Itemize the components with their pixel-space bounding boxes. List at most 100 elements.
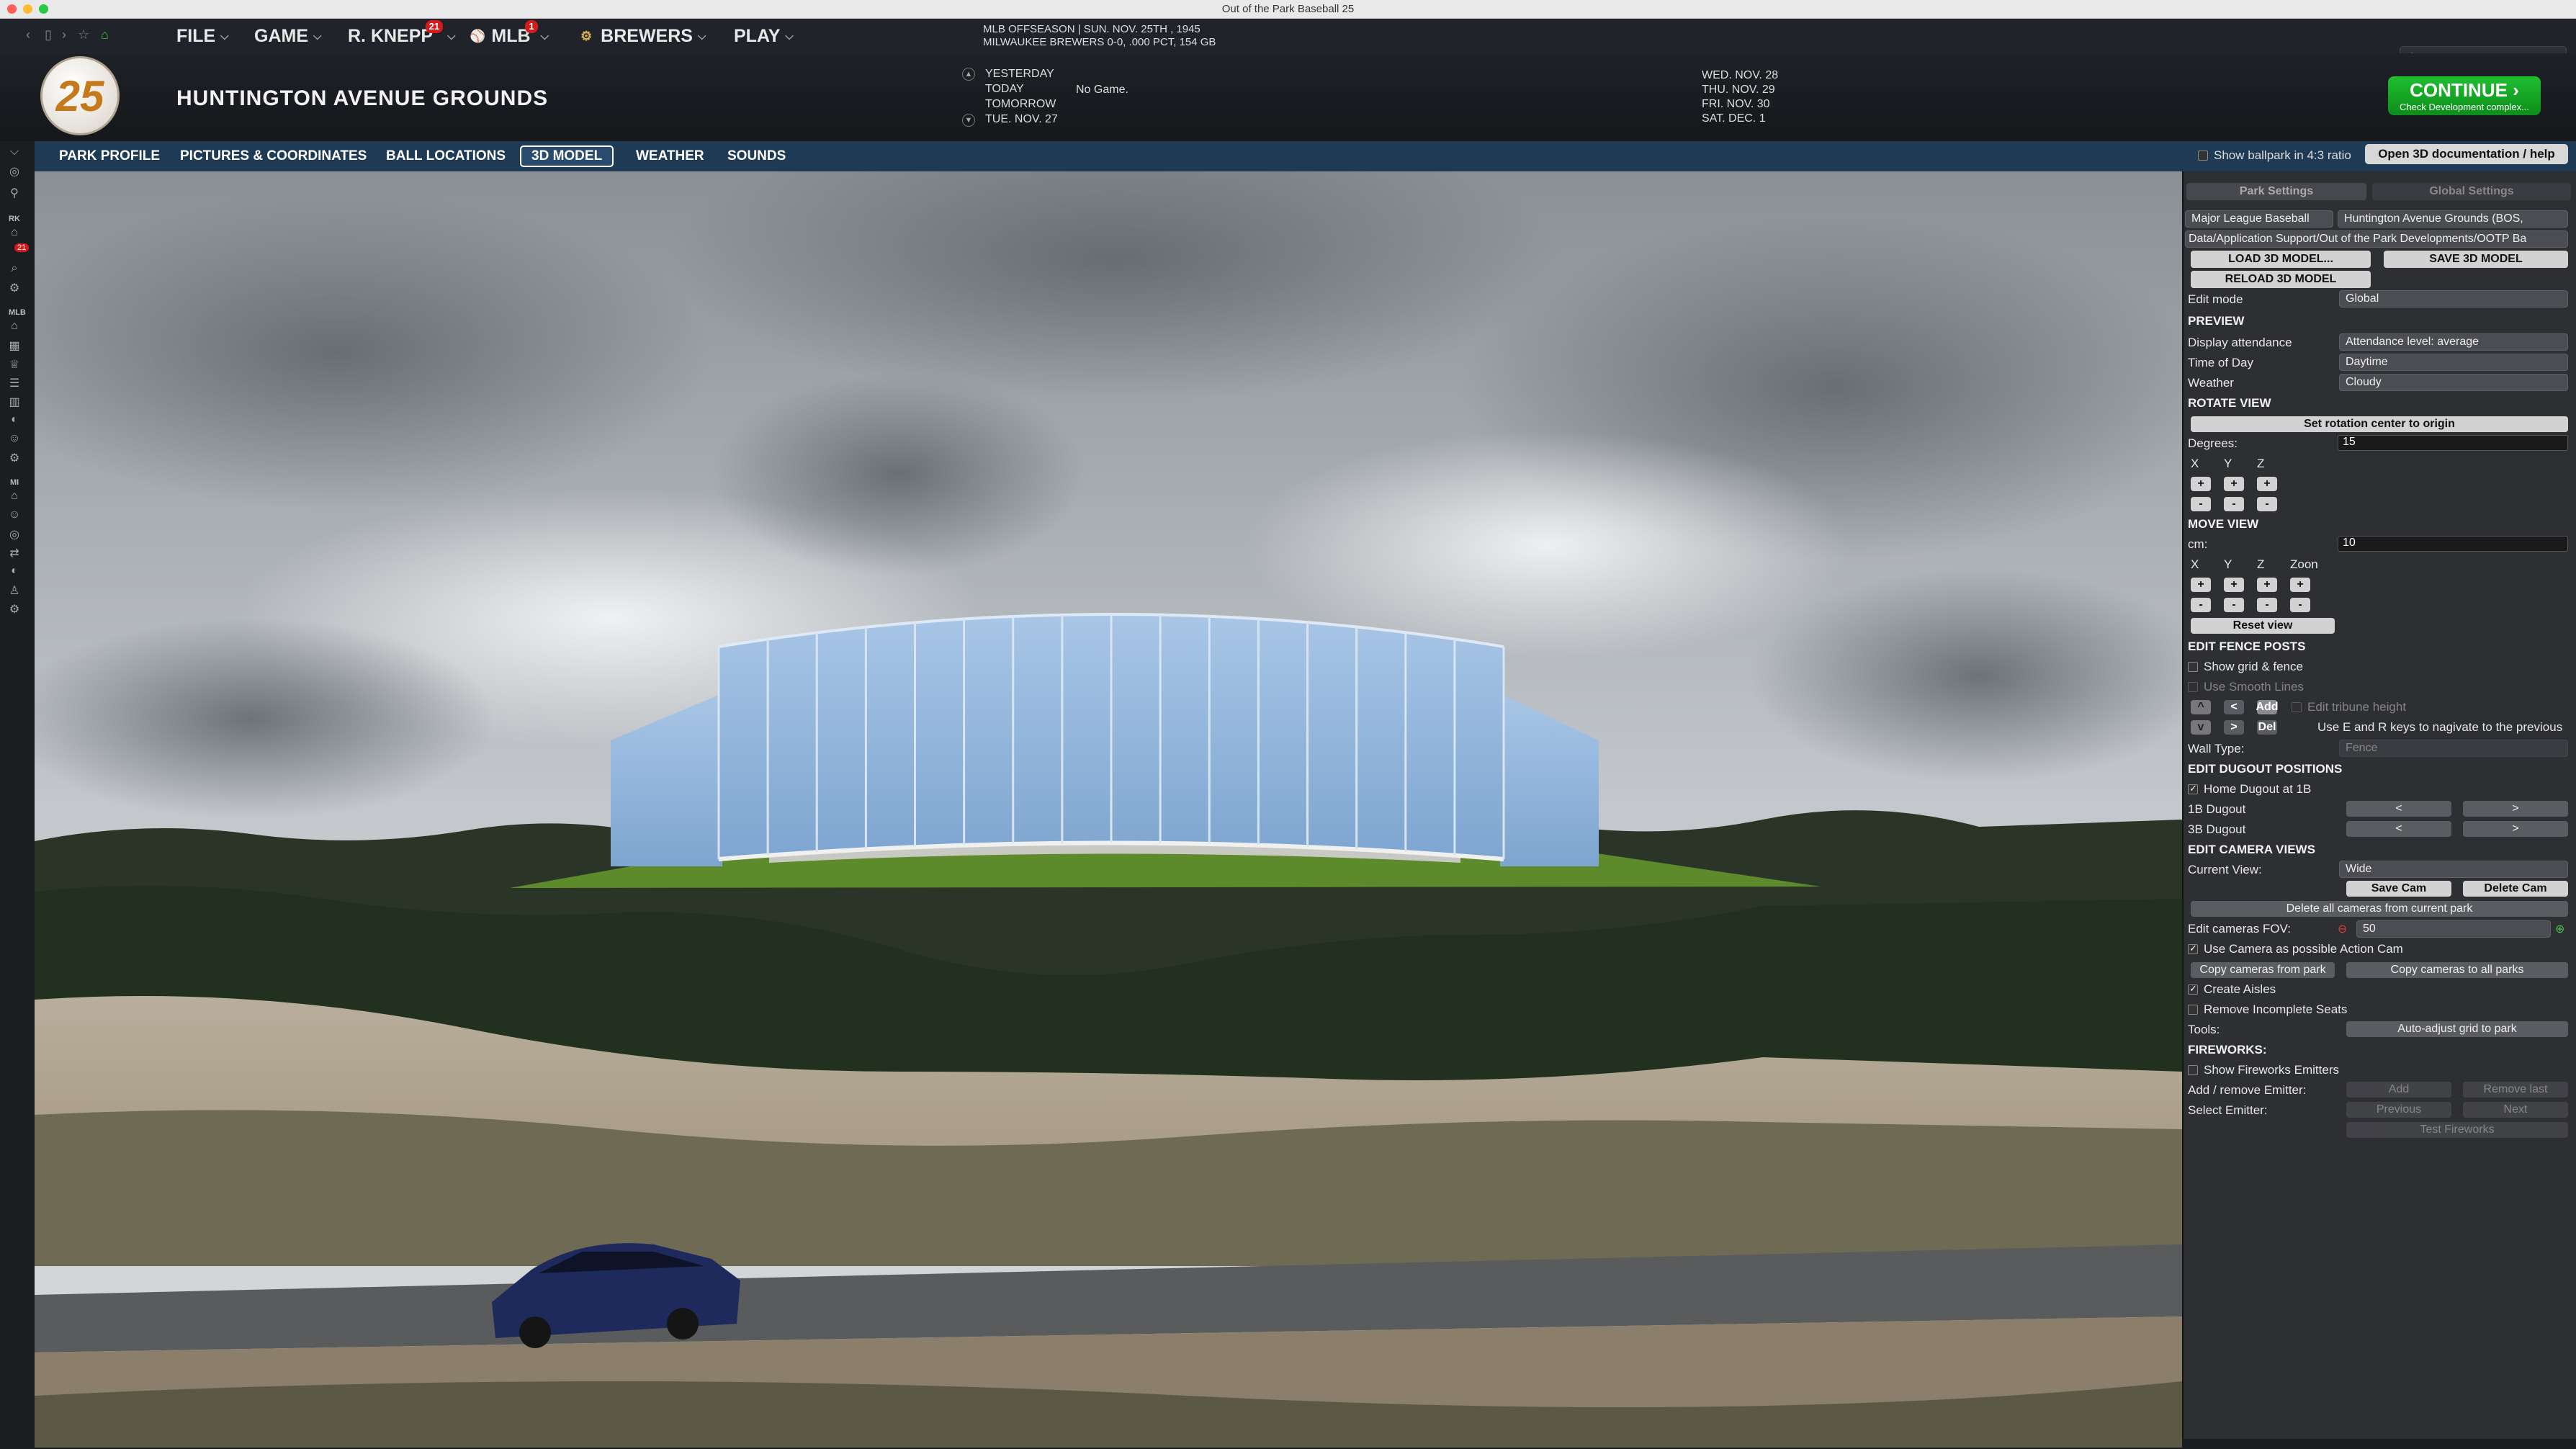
move-z-plus-button[interactable]: + (2257, 578, 2277, 592)
home-dugout-toggle[interactable]: Home Dugout at 1B (2188, 782, 2311, 797)
home-icon[interactable]: ⌂ (6, 320, 22, 336)
rotate-y-minus-button[interactable]: - (2224, 497, 2244, 511)
people-icon[interactable]: ☺ (6, 432, 22, 448)
save-cam-button[interactable]: Save Cam (2346, 881, 2451, 897)
day-yesterday[interactable]: YESTERDAY (985, 68, 1054, 81)
trophy-icon[interactable]: ♕ (6, 357, 22, 373)
gear-icon[interactable]: ⚙ (6, 451, 22, 467)
upcoming-day[interactable]: FRI. NOV. 30 (1702, 98, 1770, 111)
zoom-plus-button[interactable]: + (2290, 578, 2310, 592)
tab-global-settings[interactable]: Global Settings (2372, 183, 2571, 200)
continue-button[interactable]: CONTINUE › Check Development complex... (2388, 76, 2541, 115)
day-today[interactable]: TODAY (985, 83, 1024, 96)
model-path-field[interactable]: Data/Application Support/Out of the Park… (2185, 230, 2568, 248)
remove-seats-toggle[interactable]: Remove Incomplete Seats (2188, 1002, 2347, 1017)
target-icon[interactable]: ◎ (6, 527, 22, 543)
people-icon[interactable]: ☺ (6, 508, 22, 524)
dugout-3b-left-button[interactable]: < (2346, 821, 2451, 837)
upcoming-day[interactable]: WED. NOV. 28 (1702, 69, 1778, 82)
attendance-select[interactable]: Attendance level: average (2339, 333, 2568, 351)
minus-circle-icon[interactable]: ⊖ (2338, 922, 2347, 936)
gear-icon[interactable]: ⚙ (6, 602, 22, 618)
move-x-plus-button[interactable]: + (2191, 578, 2211, 592)
move-z-minus-button[interactable]: - (2257, 598, 2277, 612)
tab-park-settings[interactable]: Park Settings (2186, 183, 2366, 200)
edit-tribune-toggle[interactable]: Edit tribune height (2292, 700, 2406, 714)
pin-icon[interactable]: ⚲ (6, 186, 22, 202)
fence-right-button[interactable]: > (2224, 720, 2244, 735)
day-next[interactable]: TUE. NOV. 27 (985, 113, 1058, 126)
edit-tribune-checkbox[interactable] (2292, 702, 2302, 712)
tab-pictures-coordinates[interactable]: PICTURES & COORDINATES (170, 145, 377, 167)
chevron-down-icon[interactable]: ▼ (962, 114, 975, 127)
open-3d-docs-button[interactable]: Open 3D documentation / help (2365, 144, 2568, 164)
back-icon[interactable]: ‹ (26, 27, 30, 42)
home-dugout-checkbox[interactable] (2188, 783, 2198, 794)
dugout-1b-right-button[interactable]: > (2463, 801, 2568, 817)
set-rotation-center-button[interactable]: Set rotation center to origin (2191, 416, 2568, 432)
edit-mode-select[interactable]: Global (2339, 290, 2568, 308)
rotate-x-plus-button[interactable]: + (2191, 477, 2211, 491)
fov-slider[interactable]: 50 (2356, 920, 2551, 938)
upcoming-day[interactable]: SAT. DEC. 1 (1702, 112, 1766, 125)
person-icon[interactable]: ♙ (6, 583, 22, 599)
show-grid-checkbox[interactable] (2188, 662, 2198, 672)
forward-icon[interactable]: › (62, 27, 66, 42)
reset-view-button[interactable]: Reset view (2191, 618, 2335, 634)
move-y-minus-button[interactable]: - (2224, 598, 2244, 612)
fence-down-button[interactable]: v (2191, 720, 2211, 735)
time-of-day-select[interactable]: Daytime (2339, 354, 2568, 371)
stadium-icon[interactable]: ◐ (6, 565, 22, 580)
rotate-y-plus-button[interactable]: + (2224, 477, 2244, 491)
save-3d-model-button[interactable]: SAVE 3D MODEL (2384, 251, 2568, 268)
smooth-lines-toggle[interactable]: Use Smooth Lines (2188, 680, 2304, 694)
previous-emitter-button[interactable]: Previous (2346, 1102, 2451, 1118)
league-select[interactable]: Major League Baseball (2185, 210, 2333, 228)
fence-add-button[interactable]: Add (2256, 700, 2279, 714)
chart-icon[interactable]: ▥ (6, 395, 22, 411)
move-y-plus-button[interactable]: + (2224, 578, 2244, 592)
game-menu[interactable]: GAME ⌵ (254, 26, 321, 46)
action-cam-checkbox[interactable] (2188, 943, 2198, 954)
show-fireworks-checkbox[interactable] (2188, 1065, 2198, 1075)
weather-select[interactable]: Cloudy (2339, 374, 2568, 391)
upcoming-day[interactable]: THU. NOV. 29 (1702, 84, 1775, 97)
fence-left-button[interactable]: < (2224, 700, 2244, 714)
test-fireworks-button[interactable]: Test Fireworks (2346, 1122, 2568, 1138)
wall-type-select[interactable]: Fence (2339, 740, 2568, 757)
add-emitter-button[interactable]: Add (2346, 1082, 2451, 1098)
league-menu[interactable]: ⚾ MLB 1 ⌵ (470, 19, 549, 46)
delete-cam-button[interactable]: Delete Cam (2463, 881, 2568, 897)
show-grid-toggle[interactable]: Show grid & fence (2188, 660, 2303, 674)
dugout-1b-left-button[interactable]: < (2346, 801, 2451, 817)
auto-adjust-grid-button[interactable]: Auto-adjust grid to park (2346, 1021, 2568, 1037)
calendar-icon[interactable]: ▦ (6, 338, 22, 354)
home-icon[interactable]: ⌂ (6, 490, 22, 506)
collapse-icon[interactable]: ⌵ (6, 145, 22, 161)
current-view-select[interactable]: Wide (2339, 861, 2568, 878)
dugout-3b-right-button[interactable]: > (2463, 821, 2568, 837)
delete-all-cameras-button[interactable]: Delete all cameras from current park (2191, 901, 2568, 917)
doc-icon[interactable]: ▯ (45, 27, 52, 42)
search-icon[interactable]: ⌕ (6, 262, 22, 278)
remove-last-emitter-button[interactable]: Remove last (2463, 1082, 2568, 1098)
manager-menu[interactable]: R. KNEPP 21 ⌵ (348, 19, 455, 46)
zoom-minus-button[interactable]: - (2290, 598, 2310, 612)
create-aisles-checkbox[interactable] (2188, 983, 2198, 995)
rotate-z-plus-button[interactable]: + (2257, 477, 2277, 491)
load-3d-model-button[interactable]: LOAD 3D MODEL... (2191, 251, 2371, 268)
show-43-ratio-toggle[interactable]: Show ballpark in 4:3 ratio (2198, 148, 2351, 163)
list-icon[interactable]: ☰ (6, 376, 22, 392)
remove-seats-checkbox[interactable] (2188, 1005, 2198, 1015)
smooth-lines-checkbox[interactable] (2188, 682, 2198, 692)
plus-circle-icon[interactable]: ⊕ (2555, 922, 2564, 936)
rotate-x-minus-button[interactable]: - (2191, 497, 2211, 511)
tab-ball-locations[interactable]: BALL LOCATIONS (376, 145, 516, 167)
tab-weather[interactable]: WEATHER (626, 145, 714, 167)
copy-cameras-to-all-button[interactable]: Copy cameras to all parks (2346, 962, 2568, 978)
show-fireworks-toggle[interactable]: Show Fireworks Emitters (2188, 1063, 2339, 1077)
action-cam-toggle[interactable]: Use Camera as possible Action Cam (2188, 942, 2403, 956)
star-icon[interactable]: ☆ (78, 27, 89, 42)
tab-sounds[interactable]: SOUNDS (717, 145, 796, 167)
degrees-input[interactable]: 15 (2338, 435, 2568, 451)
